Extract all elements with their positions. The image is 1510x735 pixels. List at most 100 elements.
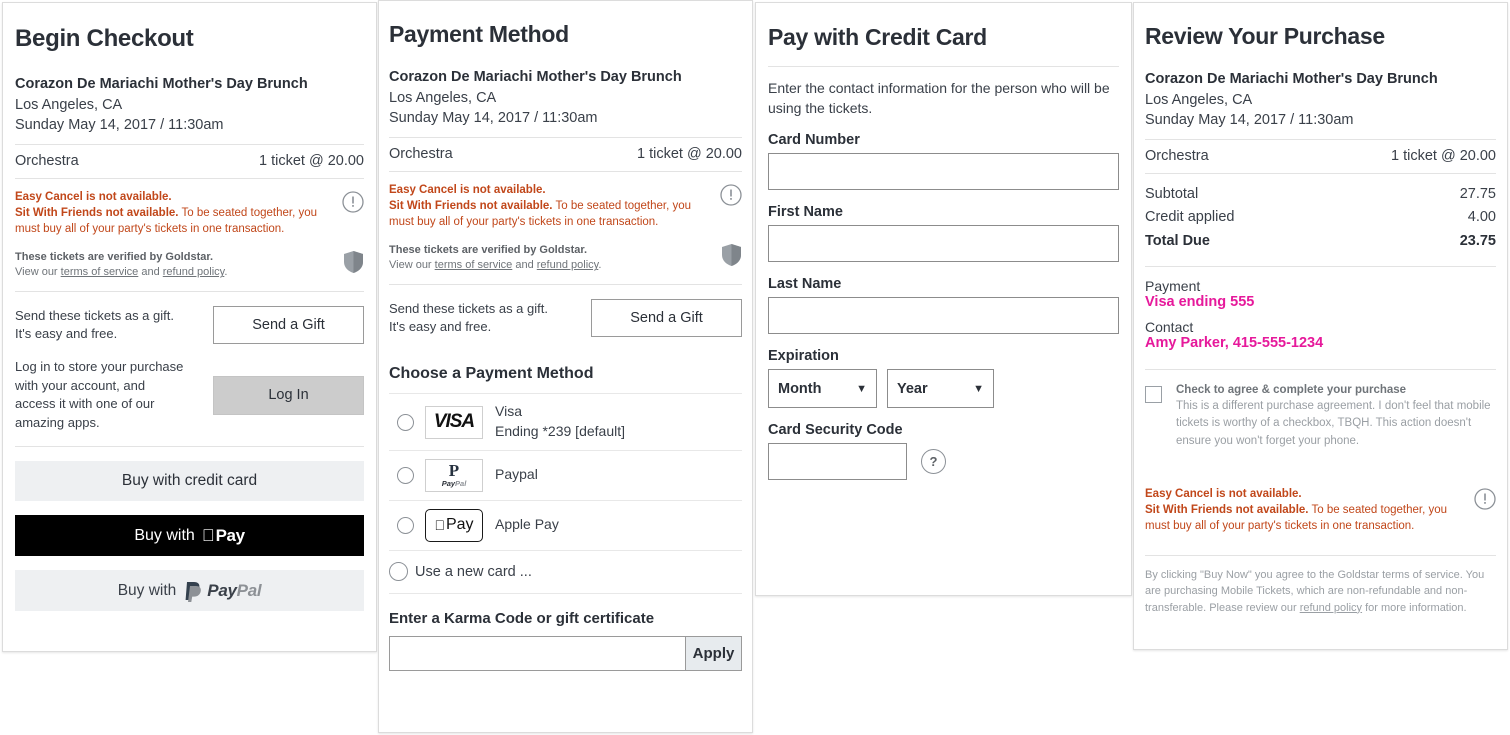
paypal-p-glyph: P — [448, 461, 460, 481]
total-due-row: Total Due 23.75 — [1145, 230, 1496, 253]
apple-pay-logo-word: Pay — [440, 516, 474, 534]
shield-icon — [343, 250, 364, 274]
warning-icon — [1474, 488, 1496, 510]
verified-prefix: View our — [389, 259, 435, 272]
total-due-value: 23.75 — [1459, 232, 1496, 249]
alert-line-2-bold: Sit With Friends not available. — [15, 206, 179, 219]
buy-with-apple-pay-button[interactable]: Buy with  Pay — [15, 515, 364, 557]
choose-payment-method-title: Choose a Payment Method — [389, 365, 594, 383]
send-a-gift-button[interactable]: Send a Gift — [213, 306, 364, 345]
availability-alert-text: Easy Cancel is not available. Sit With F… — [15, 189, 334, 238]
verified-text: These tickets are verified by Goldstar. … — [389, 243, 713, 275]
shield-icon — [721, 243, 742, 267]
buy-with-paypal-button[interactable]: Buy with PayPal — [15, 570, 364, 612]
paypal-pal-text: Pal — [236, 580, 262, 600]
agreement-body: This is a different purchase agreement. … — [1176, 400, 1491, 447]
ticket-section: Orchestra — [15, 152, 79, 169]
gift-offer-text: Send these tickets as a gift. It's easy … — [15, 307, 174, 342]
event-name: Corazon De Mariachi Mother's Day Brunch — [1145, 71, 1438, 87]
verified-suffix: . — [224, 266, 228, 279]
legal-fine-print: By clicking "Buy Now" you agree to the G… — [1145, 554, 1496, 617]
radio-apple-pay[interactable] — [397, 516, 414, 534]
panel-begin-checkout: Begin Checkout Corazon De Mariachi Mothe… — [2, 2, 377, 652]
page-title: Pay with Credit Card — [768, 24, 987, 50]
total-due-label: Total Due — [1145, 232, 1210, 249]
paypal-logo-stack: P PayPal — [442, 462, 467, 488]
page-title: Payment Method — [389, 21, 569, 47]
expiration-row: Month ▼ Year ▼ — [768, 369, 1119, 409]
agree-checkbox[interactable] — [1145, 386, 1162, 404]
event-location: Los Angeles, CA — [1145, 91, 1253, 108]
payment-method-label-apple-pay: Apple Pay — [495, 516, 559, 533]
verified-text: These tickets are verified by Goldstar. … — [15, 250, 335, 282]
ticket-row: Orchestra 1 ticket @ 20.00 — [389, 136, 742, 172]
karma-code-input[interactable] — [389, 635, 685, 671]
paypal-wordmark: PayPal — [207, 581, 261, 601]
apple-logo-icon:  — [202, 527, 215, 544]
visa-label-line-2: Ending *239 [default] — [495, 423, 625, 440]
verified-prefix: View our — [15, 266, 61, 279]
verified-headline: These tickets are verified by Goldstar. — [389, 243, 588, 256]
event-name: Corazon De Mariachi Mother's Day Brunch — [15, 76, 308, 92]
event-datetime: Sunday May 14, 2017 / 11:30am — [389, 109, 598, 126]
checkout-flow-mockup: Begin Checkout Corazon De Mariachi Mothe… — [0, 0, 1510, 735]
agreement-row: Check to agree & complete your purchase … — [1145, 369, 1496, 450]
page-title: Review Your Purchase — [1145, 23, 1385, 49]
refund-policy-link[interactable]: refund policy — [537, 259, 599, 271]
expiration-month-select[interactable]: Month ▼ — [768, 369, 877, 409]
radio-paypal[interactable] — [397, 466, 414, 484]
help-icon[interactable]: ? — [921, 449, 946, 475]
card-security-code-input[interactable] — [768, 443, 907, 481]
payment-method-option-new-card[interactable]: Use a new card ... — [389, 551, 742, 594]
verified-headline: These tickets are verified by Goldstar. — [15, 250, 214, 263]
event-datetime: Sunday May 14, 2017 / 11:30am — [15, 116, 224, 133]
apply-karma-code-button[interactable]: Apply — [685, 635, 742, 671]
payment-method-label-new-card: Use a new card ... — [415, 563, 532, 580]
terms-of-service-link[interactable]: terms of service — [435, 259, 513, 271]
alert-line-1: Easy Cancel is not available. — [389, 183, 546, 196]
payment-label: Payment — [1145, 278, 1201, 295]
divider-buttons — [15, 446, 364, 448]
panel-pay-with-credit-card: Pay with Credit Card Enter the contact i… — [755, 2, 1132, 596]
legal-suffix: for more information. — [1362, 601, 1467, 614]
expiration-label: Expiration — [768, 348, 839, 365]
visa-label-line-1: Visa — [495, 403, 522, 420]
radio-visa[interactable] — [397, 413, 414, 431]
paypal-pay-text: Pay — [207, 580, 237, 600]
payment-method-label-visa: Visa Ending *239 [default] — [495, 402, 625, 441]
event-name: Corazon De Mariachi Mother's Day Brunch — [389, 69, 682, 85]
warning-icon — [342, 190, 364, 213]
alert-line-2-bold: Sit With Friends not available. — [389, 199, 553, 212]
verified-middle: and — [138, 266, 163, 279]
first-name-label: First Name — [768, 204, 843, 221]
ticket-quantity-price: 1 ticket @ 20.00 — [637, 145, 742, 162]
last-name-label: Last Name — [768, 276, 842, 293]
panel-payment-method: Payment Method Corazon De Mariachi Mothe… — [378, 0, 753, 733]
visa-wordmark: VISA — [433, 411, 475, 433]
refund-policy-link[interactable]: refund policy — [163, 266, 225, 278]
terms-of-service-link[interactable]: terms of service — [61, 266, 139, 278]
refund-policy-link[interactable]: refund policy — [1300, 602, 1362, 614]
payment-method-option-visa[interactable]: VISA Visa Ending *239 [default] — [389, 394, 742, 451]
expiration-year-select[interactable]: Year ▼ — [887, 369, 994, 409]
expiration-month-value: Month — [778, 380, 822, 397]
apple-logo-icon:  — [434, 517, 445, 533]
visa-logo-icon: VISA — [425, 405, 483, 439]
payment-method-option-apple-pay[interactable]: Pay Apple Pay — [389, 501, 742, 551]
event-datetime: Sunday May 14, 2017 / 11:30am — [1145, 111, 1354, 128]
contact-label: Contact — [1145, 319, 1194, 336]
radio-new-card[interactable] — [389, 562, 408, 582]
login-offer-text: Log in to store your purchase with your … — [15, 359, 184, 430]
apple-pay-word: Pay — [209, 525, 245, 545]
send-a-gift-button[interactable]: Send a Gift — [591, 299, 742, 338]
payment-method-option-paypal[interactable]: P PayPal Paypal — [389, 451, 742, 501]
first-name-input[interactable] — [768, 225, 1119, 263]
log-in-button[interactable]: Log In — [213, 375, 364, 415]
buy-with-credit-card-button[interactable]: Buy with credit card — [15, 461, 364, 502]
last-name-input[interactable] — [768, 297, 1119, 335]
verified-middle: and — [512, 259, 537, 272]
verified-row: These tickets are verified by Goldstar. … — [15, 244, 364, 292]
card-number-input[interactable] — [768, 153, 1119, 191]
subtotal-value: 27.75 — [1459, 185, 1496, 202]
paypal-logo-pay: Pay — [441, 479, 456, 489]
